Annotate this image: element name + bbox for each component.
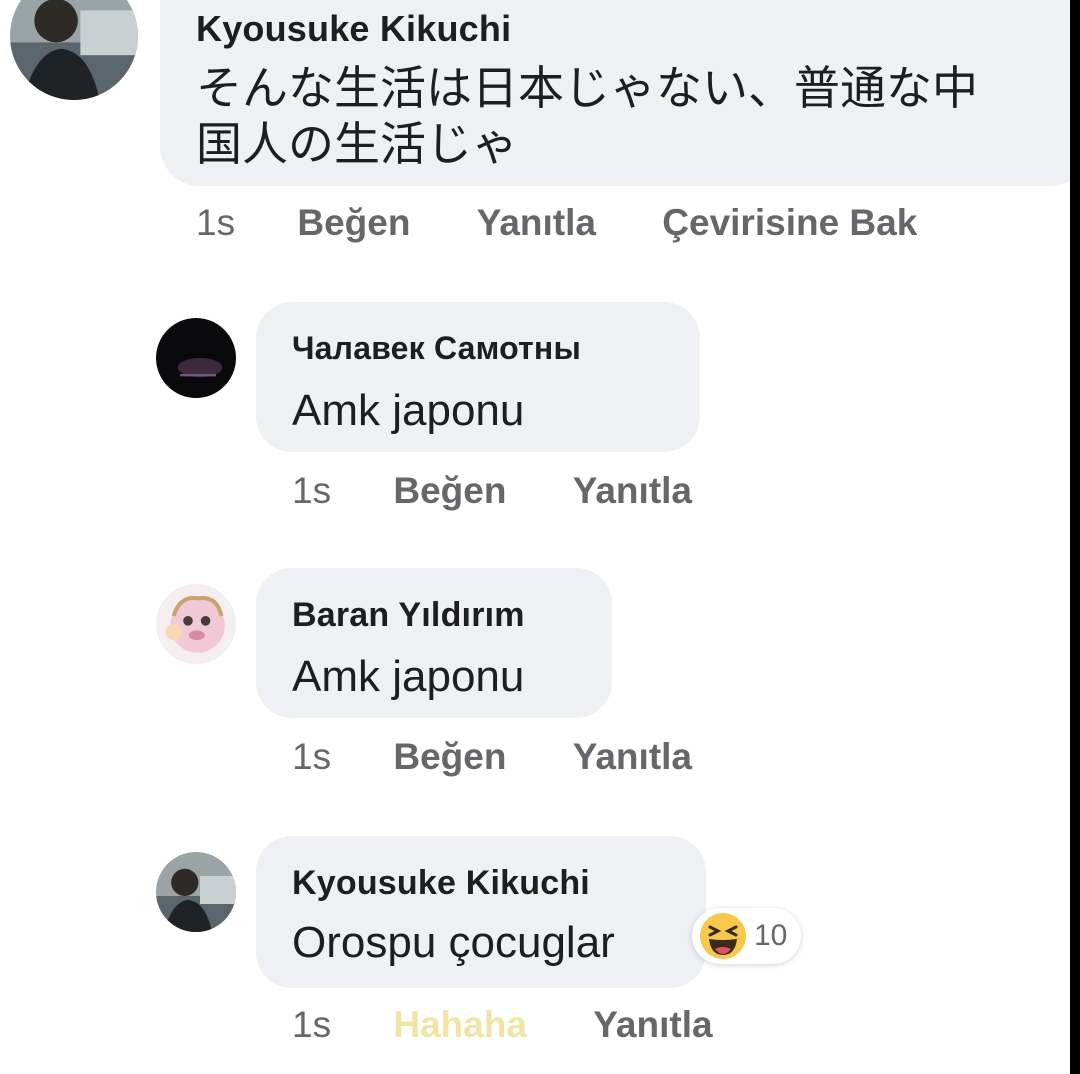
reply-button[interactable]: Yanıtla	[573, 470, 692, 512]
like-button[interactable]: Beğen	[393, 470, 506, 512]
comment-text: Amk japonu	[292, 652, 525, 701]
haha-reaction-button[interactable]: Hahaha	[393, 1004, 527, 1046]
like-button[interactable]: Beğen	[393, 736, 506, 778]
comment-timestamp[interactable]: 1s	[292, 1004, 331, 1046]
avatar[interactable]	[10, 0, 138, 100]
avatar[interactable]	[156, 852, 236, 932]
comment-actions: 1s Beğen Yanıtla	[292, 736, 748, 778]
profile-photo-icon	[156, 584, 236, 664]
like-button[interactable]: Beğen	[297, 202, 410, 244]
reply-button[interactable]: Yanıtla	[573, 736, 692, 778]
comment-actions: 1s Beğen Yanıtla Çevirisine Bak	[196, 202, 973, 244]
avatar[interactable]	[156, 584, 236, 664]
comment-text: Orospu çocuglar	[292, 918, 615, 967]
reply-button[interactable]: Yanıtla	[593, 1004, 712, 1046]
comment-author[interactable]: Baran Yıldırım	[292, 596, 525, 635]
comment-text: そんな生活は日本じゃない、普通な中	[196, 62, 978, 114]
avatar[interactable]	[156, 318, 236, 398]
comment-text: 国人の生活じゃ	[196, 118, 518, 170]
comment-timestamp[interactable]: 1s	[292, 736, 331, 778]
comment-timestamp[interactable]: 1s	[292, 470, 331, 512]
reaction-summary[interactable]: 10	[692, 908, 802, 964]
comment-text: Amk japonu	[292, 386, 525, 435]
comment-author[interactable]: Kyousuke Kikuchi	[196, 8, 511, 50]
comment-thread: Kyousuke Kikuchi そんな生活は日本じゃない、普通な中 国人の生活…	[0, 0, 1080, 1074]
comment-author[interactable]: Kyousuke Kikuchi	[292, 864, 590, 903]
profile-photo-icon	[156, 852, 236, 932]
profile-photo-icon	[156, 318, 236, 398]
haha-emoji-icon	[700, 913, 746, 959]
frame-edge	[1070, 0, 1080, 1074]
see-translation-button[interactable]: Çevirisine Bak	[662, 202, 917, 244]
reaction-count: 10	[754, 919, 788, 952]
reply-button[interactable]: Yanıtla	[477, 202, 596, 244]
profile-photo-icon	[10, 0, 138, 100]
comment-actions: 1s Hahaha Yanıtla	[292, 1004, 769, 1046]
comment-timestamp[interactable]: 1s	[196, 202, 235, 244]
comment-author[interactable]: Чалавек Самотны	[292, 330, 581, 367]
comment-actions: 1s Beğen Yanıtla	[292, 470, 748, 512]
